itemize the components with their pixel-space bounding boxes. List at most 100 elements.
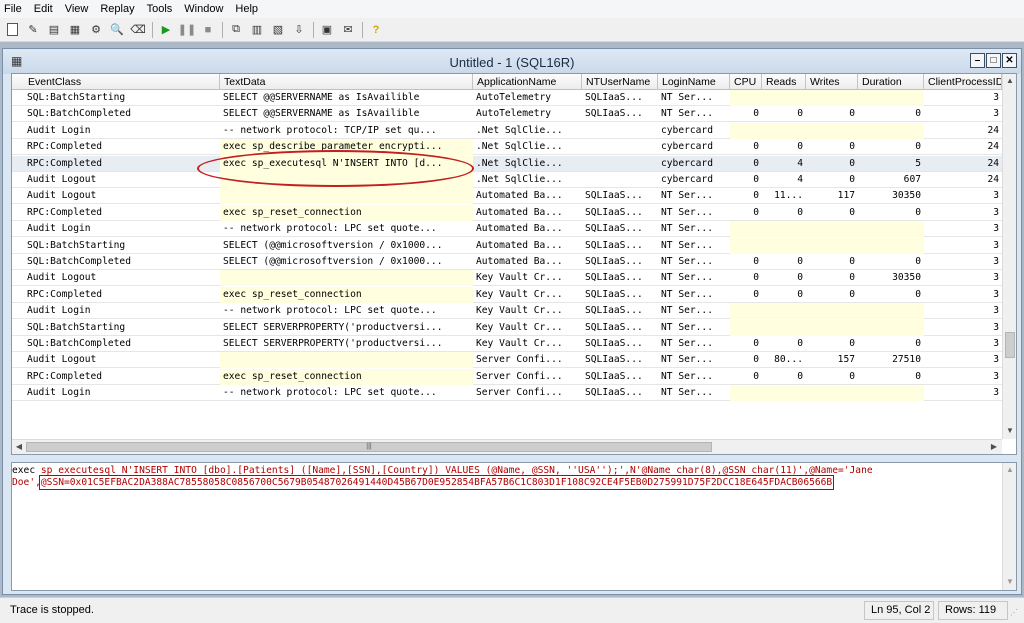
cell-clientprocessid: 3 — [993, 338, 999, 349]
cell-ntusername: SQLIaaS... — [585, 387, 643, 399]
trace-row[interactable]: RPC:Completed exec sp_describe_parameter_… — [12, 139, 1002, 156]
detail-vertical-scrollbar[interactable]: ▲ ▼ — [1002, 463, 1016, 590]
trace-row[interactable]: RPC:Completed exec sp_reset_connection Ser… — [12, 368, 1002, 385]
trace-row[interactable]: SQL:BatchCompleted SELECT SERVERPROPERTY(… — [12, 336, 1002, 352]
cell-duration: 27510 — [892, 354, 921, 366]
column-header-applicationname[interactable]: ApplicationName — [473, 74, 582, 90]
scroll-down-icon[interactable]: ⇩ — [291, 22, 307, 38]
trace-row[interactable]: Audit Login -- network protocol: LPC set … — [12, 385, 1002, 402]
auto-scroll-icon[interactable]: ⧉ — [228, 22, 244, 38]
detail-scroll-up-icon[interactable]: ▲ — [1003, 463, 1016, 477]
scroll-right-arrow-icon[interactable]: ▶ — [987, 440, 1001, 454]
cell-ntusername: SQLIaaS... — [585, 239, 643, 251]
vertical-scroll-thumb[interactable] — [1005, 332, 1015, 358]
scroll-left-arrow-icon[interactable]: ◀ — [12, 440, 26, 454]
cell-applicationname: AutoTelemetry — [476, 92, 552, 103]
cell-loginname: NT Ser... — [661, 305, 713, 317]
trace-row[interactable]: Audit Login -- network protocol: LPC set … — [12, 221, 1002, 238]
toolbar-separator — [222, 21, 223, 38]
maximize-button[interactable]: □ — [986, 53, 1001, 68]
properties-icon[interactable]: ⚙ — [88, 22, 104, 38]
cell-clientprocessid: 3 — [993, 387, 999, 399]
cell-loginname: NT Ser... — [661, 108, 713, 120]
save-icon[interactable]: ▦ — [67, 22, 83, 38]
cell-duration — [858, 221, 924, 238]
column-header-eventclass[interactable]: EventClass — [24, 74, 220, 90]
cell-cpu — [730, 221, 762, 238]
cell-applicationname: Key Vault Cr... — [476, 305, 563, 317]
open-file-icon[interactable]: ▤ — [46, 22, 62, 38]
menu-file[interactable]: File — [4, 3, 22, 15]
cell-eventclass: SQL:BatchStarting — [27, 321, 126, 333]
cell-eventclass: SQL:BatchCompleted — [27, 338, 131, 349]
menu-edit[interactable]: Edit — [34, 3, 53, 15]
column-header-textdata[interactable]: TextData — [220, 74, 473, 90]
new-template-icon[interactable]: ✎ — [25, 22, 41, 38]
scroll-down-arrow-icon[interactable]: ▼ — [1003, 424, 1016, 438]
trace-row[interactable]: RPC:Completed exec sp_reset_connection Aut… — [12, 204, 1002, 221]
cell-duration — [858, 237, 924, 254]
filter-icon[interactable]: ▥ — [249, 22, 265, 38]
column-header-duration[interactable]: Duration — [858, 74, 924, 90]
grid-horizontal-scrollbar[interactable]: ◀ ||| ▶ — [12, 439, 1002, 454]
cell-clientprocessid: 3 — [993, 305, 999, 317]
scroll-up-arrow-icon[interactable]: ▲ — [1003, 74, 1016, 88]
detail-scroll-down-icon[interactable]: ▼ — [1003, 575, 1016, 589]
trace-row[interactable]: Audit Logout Key Vault Cr... SQLIaaS... NT … — [12, 270, 1002, 287]
trace-row[interactable]: SQL:BatchStarting SELECT @@SERVERNAME as … — [12, 90, 1002, 106]
cell-reads: 80... — [774, 354, 803, 366]
minimize-button[interactable]: – — [970, 53, 985, 68]
run-trace-icon[interactable]: ▶ — [158, 22, 174, 38]
help-icon[interactable]: ? — [368, 22, 384, 38]
column-header-reads[interactable]: Reads — [762, 74, 806, 90]
menu-bar: File Edit View Replay Tools Window Help — [0, 0, 1024, 18]
resize-grip-icon[interactable]: ⋰ — [1010, 608, 1020, 620]
cell-eventclass: Audit Login — [27, 387, 91, 399]
column-header-loginname[interactable]: LoginName — [658, 74, 730, 90]
trace-row[interactable]: Audit Login -- network protocol: TCP/IP s… — [12, 122, 1002, 139]
column-icon[interactable]: ▧ — [270, 22, 286, 38]
column-header-ntusername[interactable]: NTUserName — [582, 74, 658, 90]
text-data-pane[interactable]: exec sp_executesql N'INSERT INTO [dbo].[… — [11, 462, 1017, 591]
grid-vertical-scrollbar[interactable]: ▲ ▼ — [1002, 74, 1016, 439]
cell-writes: 0 — [849, 141, 855, 153]
close-button[interactable]: ✕ — [1002, 53, 1017, 68]
new-trace-icon[interactable] — [4, 22, 20, 38]
cell-textdata: SELECT SERVERPROPERTY('productversi... — [223, 338, 443, 349]
trace-row[interactable]: Audit Logout Server Confi... SQLIaaS... NT … — [12, 352, 1002, 369]
menu-view[interactable]: View — [65, 3, 89, 15]
trace-row[interactable]: RPC:Completed exec sp_reset_connection Key… — [12, 286, 1002, 303]
find-icon[interactable]: 🔍 — [109, 22, 125, 38]
clear-trace-icon[interactable]: ⌫ — [130, 22, 146, 38]
trace-row[interactable]: Audit Logout .Net SqlClie... cybercard 0 4 0 6… — [12, 172, 1002, 188]
column-header-cpu[interactable]: CPU — [730, 74, 762, 90]
trace-row[interactable]: SQL:BatchStarting SELECT (@@microsoftvers… — [12, 237, 1002, 254]
column-header-writes[interactable]: Writes — [806, 74, 858, 90]
cell-applicationname: Automated Ba... — [476, 256, 563, 267]
cell-writes — [806, 319, 858, 336]
stop-trace-icon[interactable]: ■ — [200, 22, 216, 38]
performance-icon[interactable]: ✉ — [340, 22, 356, 38]
trace-row[interactable]: Audit Logout Automated Ba... SQLIaaS... NT … — [12, 188, 1002, 205]
trace-row[interactable]: SQL:BatchCompleted SELECT @@SERVERNAME as… — [12, 106, 1002, 123]
cell-reads: 0 — [797, 338, 803, 349]
menu-tools[interactable]: Tools — [147, 3, 173, 15]
cell-cpu: 0 — [753, 338, 759, 349]
trace-grid[interactable]: EventClass TextData ApplicationName NTUserN… — [11, 73, 1017, 455]
column-header-clientprocessid[interactable]: ClientProcessID — [924, 74, 1002, 90]
trace-row[interactable]: SQL:BatchStarting SELECT SERVERPROPERTY('… — [12, 319, 1002, 336]
pause-trace-icon[interactable]: ❚❚ — [178, 22, 196, 38]
window-title-bar[interactable]: ▦ Untitled - 1 (SQL16R) – □ ✕ — [3, 49, 1021, 74]
trace-row[interactable]: Audit Login -- network protocol: LPC set … — [12, 303, 1002, 320]
menu-replay[interactable]: Replay — [100, 3, 134, 15]
horizontal-scroll-thumb[interactable]: ||| — [26, 442, 712, 452]
cell-reads — [762, 221, 806, 238]
menu-help[interactable]: Help — [235, 3, 258, 15]
trace-row[interactable]: RPC:Completed exec sp_executesql N'INSERT… — [12, 155, 1002, 172]
cell-textdata: -- network protocol: LPC set quote... — [223, 305, 437, 317]
activity-monitor-icon[interactable]: ▣ — [319, 22, 335, 38]
trace-row[interactable]: SQL:BatchCompleted SELECT (@@microsoftver… — [12, 254, 1002, 270]
toolbar-separator — [362, 21, 363, 38]
cell-loginname: cybercard — [661, 174, 713, 185]
menu-window[interactable]: Window — [184, 3, 223, 15]
